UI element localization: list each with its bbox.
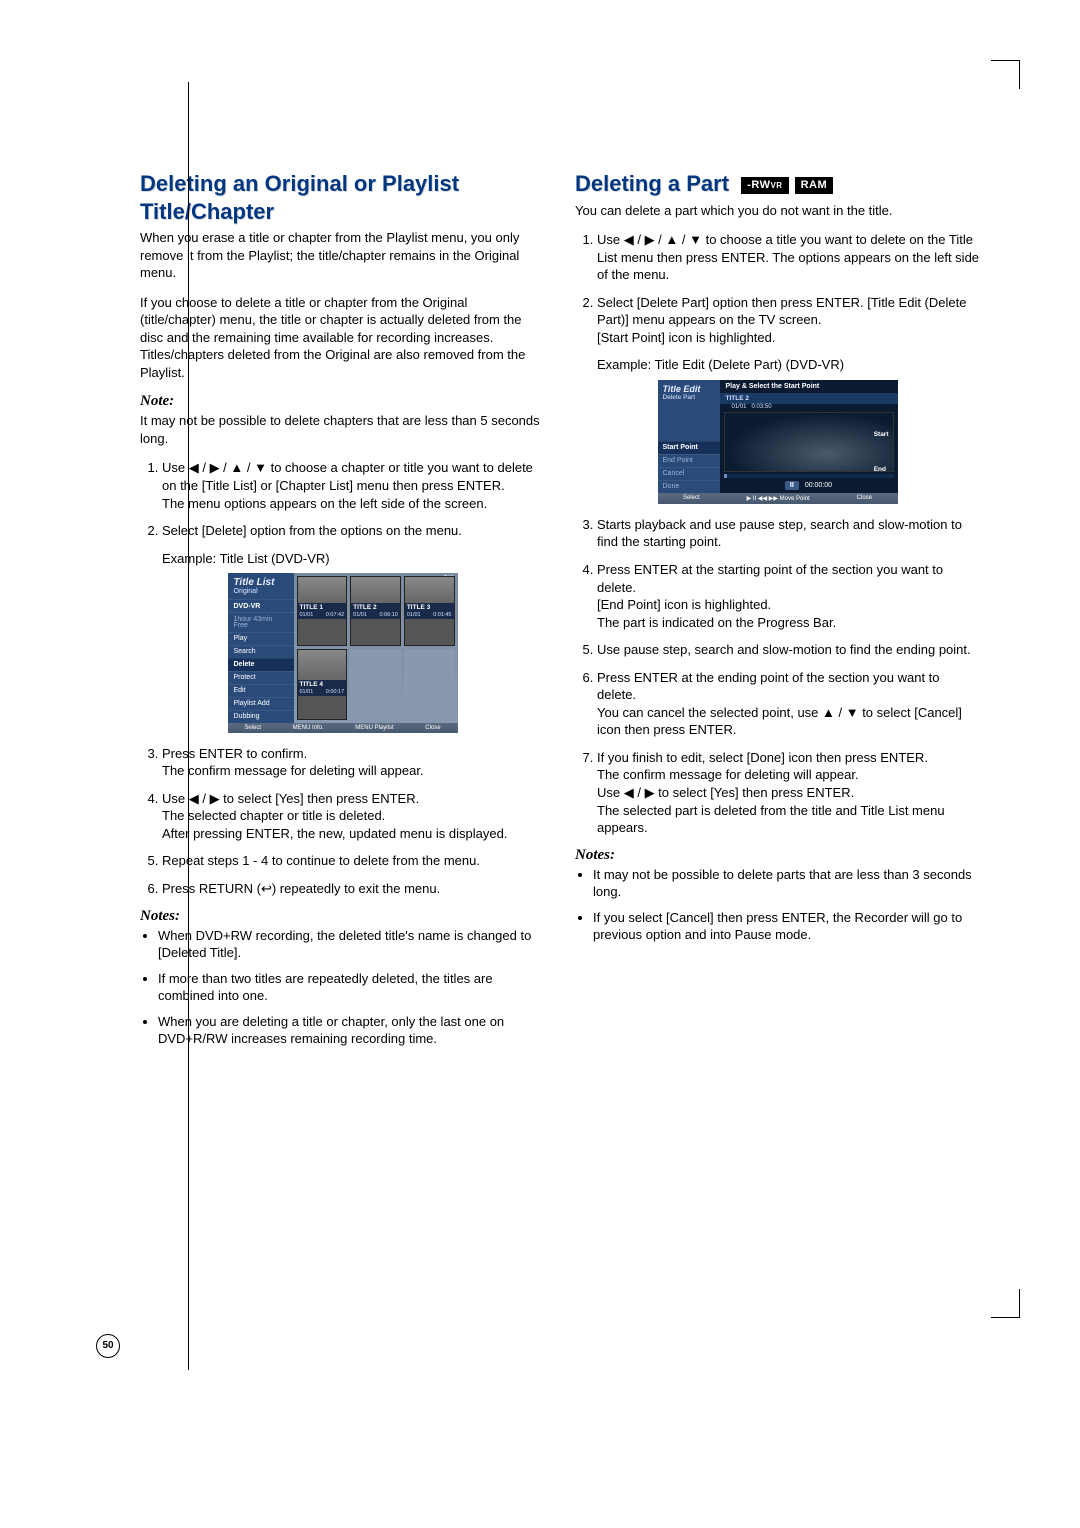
para: You can delete a part which you do not w…	[575, 202, 980, 220]
notes-heading: Notes:	[575, 847, 980, 864]
title-card: TITLE 1 01/010:07:42	[297, 576, 348, 646]
title-card: TITLE 4 01/010:00:17	[297, 649, 348, 719]
clip-title: TITLE 2	[720, 393, 898, 404]
left-rule	[188, 82, 189, 1370]
titlelist-sub: Original	[228, 588, 294, 599]
menu-item-delete: Delete	[228, 658, 294, 671]
time-display: 00:00:00	[805, 482, 832, 489]
figure-title-list: 3/4 Title List Original DVD-VR 1hour 43m…	[228, 573, 458, 733]
menu-item-search: Search	[228, 645, 294, 658]
steps-right: Use ◀ / ▶ / ▲ / ▼ to choose a title you …	[575, 231, 980, 346]
label-end: End	[874, 466, 889, 473]
step: Repeat steps 1 - 4 to continue to delete…	[162, 852, 545, 870]
disc-type: DVD-VR	[228, 599, 294, 612]
page-number: 50	[96, 1334, 120, 1358]
progress-bar	[724, 474, 894, 478]
heading-delete-title: Deleting an Original or Playlist Title/C…	[140, 170, 545, 225]
badge-rwvr: -RWVR	[741, 177, 788, 194]
menu-item-play: Play	[228, 632, 294, 645]
step: Use ◀ / ▶ / ▲ / ▼ to choose a chapter or…	[162, 459, 545, 512]
page: Deleting an Original or Playlist Title/C…	[0, 0, 1080, 1058]
deletepart-sidebar: Title Edit Delete Part Start Point End P…	[658, 380, 720, 493]
step: If you finish to edit, select [Done] ico…	[597, 749, 980, 837]
menu-item-done: Done	[658, 480, 720, 493]
deletepart-sub: Delete Part	[658, 394, 720, 404]
note-item: If more than two titles are repeatedly d…	[158, 970, 545, 1005]
preview-thumbnail: Start End	[724, 412, 894, 472]
step: Use ◀ / ▶ / ▲ / ▼ to choose a title you …	[597, 231, 980, 284]
notes-right: It may not be possible to delete parts t…	[575, 866, 980, 944]
example-caption: Example: Title List (DVD-VR)	[162, 550, 545, 568]
step: Starts playback and use pause step, sear…	[597, 516, 980, 551]
heading-delete-part: Deleting a Part -RWVR RAM	[575, 170, 980, 198]
titlelist-grid: TITLE 1 01/010:07:42 TITLE 2 01/010:06:1…	[294, 573, 458, 723]
transport-controls: II 00:00:00	[720, 478, 898, 493]
note-item: If you select [Cancel] then press ENTER,…	[593, 909, 980, 944]
info-free: Free	[228, 622, 294, 632]
notes-heading: Notes:	[140, 908, 545, 925]
titlelist-heading: Title List	[228, 573, 294, 588]
heading-text: Deleting a Part	[575, 171, 729, 196]
note-text: It may not be possible to delete chapter…	[140, 412, 545, 447]
step: Select [Delete Part] option then press E…	[597, 294, 980, 347]
title-card-empty	[404, 649, 455, 719]
step: Press ENTER to confirm. The confirm mess…	[162, 745, 545, 780]
menu-item-edit: Edit	[228, 684, 294, 697]
titlelist-bottom-bar: Select MENU Info. MENU Playlist Close	[228, 723, 458, 733]
step: Use ◀ / ▶ to select [Yes] then press ENT…	[162, 790, 545, 843]
note-item: It may not be possible to delete parts t…	[593, 866, 980, 901]
menu-item-dubbing: Dubbing	[228, 710, 294, 723]
title-card-empty	[350, 649, 401, 719]
label-start: Start	[874, 431, 889, 438]
step: Use pause step, search and slow-motion t…	[597, 641, 980, 659]
step: Press ENTER at the starting point of the…	[597, 561, 980, 631]
menu-item-end-point: End Point	[658, 454, 720, 467]
steps-left: Use ◀ / ▶ / ▲ / ▼ to choose a chapter or…	[140, 459, 545, 539]
steps-left-cont: Press ENTER to confirm. The confirm mess…	[140, 745, 545, 898]
pause-icon: II	[785, 481, 799, 490]
menu-item-start-point: Start Point	[658, 441, 720, 454]
col-right: Deleting a Part -RWVR RAM You can delete…	[575, 170, 980, 1058]
step: Press ENTER at the ending point of the s…	[597, 669, 980, 739]
title-card: TITLE 2 01/010:06:10	[350, 576, 401, 646]
crop-mark	[991, 1289, 1020, 1318]
deletepart-main: Play & Select the Start Point TITLE 2 01…	[720, 380, 898, 493]
figure-delete-part: Title Edit Delete Part Start Point End P…	[658, 380, 898, 504]
note-item: When DVD+RW recording, the deleted title…	[158, 927, 545, 962]
para: When you erase a title or chapter from t…	[140, 229, 545, 282]
para: If you choose to delete a title or chapt…	[140, 294, 545, 382]
deletepart-bottom-bar: Select ▶ II ◀◀ ▶▶ Move Point Close	[658, 493, 898, 504]
clip-meta: 01/01 0:03:50	[720, 404, 898, 412]
step: Press RETURN (↩) repeatedly to exit the …	[162, 880, 545, 898]
example-caption: Example: Title Edit (Delete Part) (DVD-V…	[597, 356, 980, 374]
note-heading: Note:	[140, 393, 545, 410]
menu-item-playlist-add: Playlist Add	[228, 697, 294, 710]
title-card: TITLE 3 01/010:01:45	[404, 576, 455, 646]
badge-ram: RAM	[795, 177, 834, 194]
start-end-labels: Start End	[874, 431, 889, 501]
crop-mark	[991, 60, 1020, 89]
menu-item-protect: Protect	[228, 671, 294, 684]
col-left: Deleting an Original or Playlist Title/C…	[140, 170, 545, 1058]
step: Select [Delete] option from the options …	[162, 522, 545, 540]
notes-left: When DVD+RW recording, the deleted title…	[140, 927, 545, 1048]
deletepart-heading: Title Edit	[658, 380, 720, 394]
titlelist-sidebar: Title List Original DVD-VR 1hour 43min F…	[228, 573, 294, 723]
menu-item-cancel: Cancel	[658, 467, 720, 480]
note-item: When you are deleting a title or chapter…	[158, 1013, 545, 1048]
format-badges: -RWVR RAM	[741, 177, 833, 194]
deletepart-instruction: Play & Select the Start Point	[720, 380, 898, 393]
steps-right-cont: Starts playback and use pause step, sear…	[575, 516, 980, 837]
